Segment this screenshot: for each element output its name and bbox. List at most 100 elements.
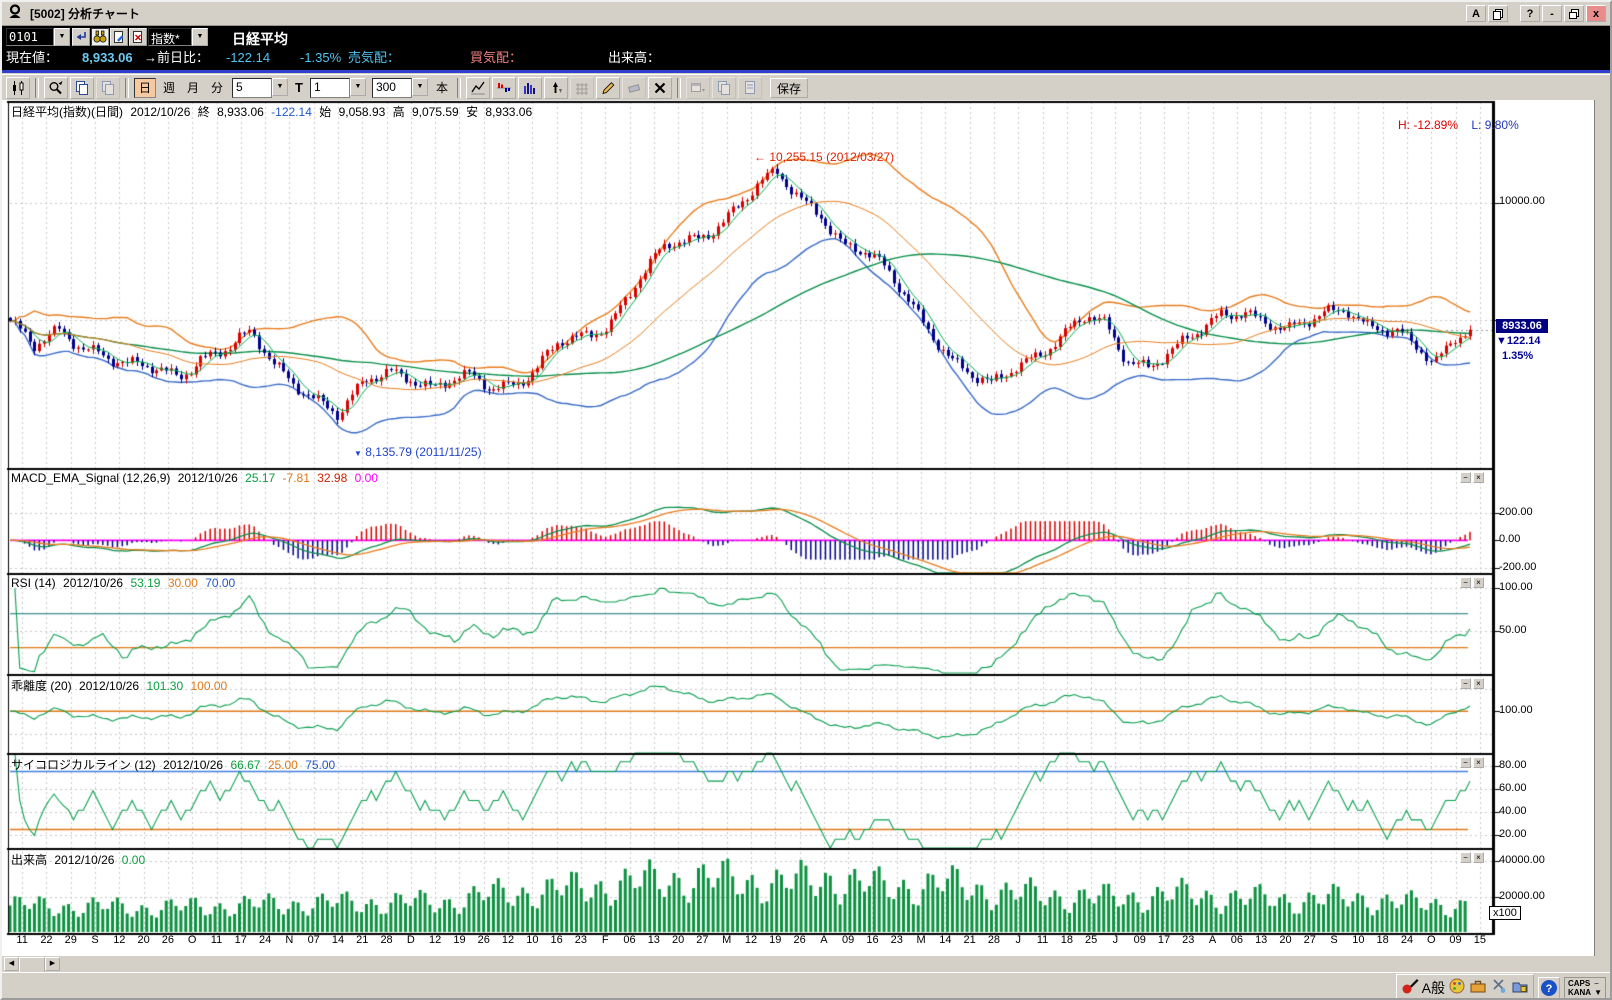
price-chart-canvas[interactable]: [2, 100, 1612, 956]
combo-dropdown-button[interactable]: ▼: [272, 78, 288, 96]
candlestick-chart-button[interactable]: [6, 77, 30, 99]
ime-palette-icon[interactable]: [1448, 977, 1466, 1000]
kairi-panel-header: 乖離度 (20) 2012/10/26 101.30 100.00: [11, 677, 231, 694]
panel-minimize-button[interactable]: −: [1460, 678, 1471, 689]
x-axis-label: 11: [211, 934, 222, 946]
bar-count-select[interactable]: 300 ▼: [372, 78, 428, 98]
ime-pen-icon[interactable]: [1401, 977, 1419, 1000]
main-chart-header: 日経平均(指数)(日間) 2012/10/26 終 8,933.06 -122.…: [11, 103, 536, 120]
period-weekly-button[interactable]: 週: [158, 78, 180, 98]
ime-toolbar: A般: [1396, 974, 1534, 1000]
x-axis-label: 18: [1377, 934, 1389, 946]
restore-button[interactable]: [1564, 5, 1584, 22]
ime-dictionary-icon[interactable]: [1511, 977, 1529, 1000]
ime-snip-icon[interactable]: [1490, 977, 1508, 1000]
symbol-code-input[interactable]: [6, 28, 54, 46]
sort-arrows-button[interactable]: [544, 77, 568, 99]
ime-options-icon[interactable]: ▼: [1594, 988, 1602, 997]
x-axis-label: 20: [1279, 934, 1291, 946]
tick-interval-select[interactable]: 1 ▼: [310, 78, 366, 98]
quote-row: 現在値： 8,933.06 →前日比： -122.14 -1.35% 売気配： …: [2, 48, 1610, 73]
window-title: [5002] 分析チャート: [30, 5, 140, 22]
scrollbar-thumb[interactable]: [19, 957, 45, 973]
font-size-button[interactable]: A: [1466, 5, 1486, 22]
copy-page-button[interactable]: [70, 77, 94, 99]
histogram-updown-button[interactable]: [492, 77, 516, 99]
delete-page-icon[interactable]: [129, 28, 147, 46]
combo-dropdown-button[interactable]: ▼: [350, 78, 366, 96]
x-axis-label: 19: [453, 934, 465, 946]
panel-minimize-button[interactable]: −: [1460, 757, 1471, 768]
binoculars-icon[interactable]: [91, 28, 109, 46]
line-chart-button[interactable]: [466, 77, 490, 99]
delete-drawing-button[interactable]: [648, 77, 672, 99]
symbol-toolbar: ▼ 指数* ▼ 日経平均: [2, 26, 1610, 48]
window-layout-disabled-button: [686, 77, 710, 99]
x-axis-label: 26: [162, 934, 174, 946]
x-axis-label: A: [1209, 934, 1216, 946]
axis-tick-label: 20000.00: [1499, 890, 1545, 902]
eraser-disabled-button: [622, 77, 646, 99]
panel-close-button[interactable]: ×: [1473, 577, 1484, 588]
statusbar: A般 ? CAPS KANA − ▼: [2, 972, 1610, 1000]
axis-tick-label: 0.00: [1499, 533, 1520, 545]
panel-close-button[interactable]: ×: [1473, 757, 1484, 768]
grid-toggle-disabled-button: [570, 77, 594, 99]
ime-minimize-icon[interactable]: −: [1594, 979, 1602, 988]
x-axis-label: 10: [1352, 934, 1364, 946]
scroll-right-button[interactable]: ▶: [45, 957, 60, 971]
copy-window-icon[interactable]: [1488, 5, 1508, 22]
axis-tick-label: 80.00: [1499, 759, 1527, 771]
x-axis-label: 27: [696, 934, 708, 946]
combo-dropdown-button[interactable]: ▼: [412, 78, 428, 96]
zoom-button[interactable]: [44, 77, 68, 99]
titlebar[interactable]: [5002] 分析チャート A ? - x: [2, 2, 1610, 26]
status-help-button[interactable]: ?: [1538, 977, 1560, 999]
period-monthly-button[interactable]: 月: [182, 78, 204, 98]
panel-minimize-button[interactable]: −: [1460, 577, 1471, 588]
panel-close-button[interactable]: ×: [1473, 678, 1484, 689]
panel-minimize-button[interactable]: −: [1460, 472, 1471, 483]
histogram-button[interactable]: [518, 77, 542, 99]
index-type-select[interactable]: 指数*: [148, 28, 192, 46]
ime-toolbox-icon[interactable]: [1469, 977, 1487, 1000]
horizontal-scrollbar[interactable]: ◀ ▶: [4, 957, 60, 971]
app-icon: [6, 3, 24, 25]
chart-area: 日経平均(指数)(日間) 2012/10/26 終 8,933.06 -122.…: [2, 100, 1612, 956]
x-axis-label: S: [1330, 934, 1337, 946]
x-axis-label: 26: [793, 934, 805, 946]
panel-close-button[interactable]: ×: [1473, 852, 1484, 863]
x-axis-label: 14: [332, 934, 344, 946]
vertical-scroll-strip[interactable]: [1594, 100, 1612, 956]
scroll-left-button[interactable]: ◀: [4, 957, 19, 971]
period-daily-button[interactable]: 日: [134, 78, 156, 98]
x-axis-label: 24: [259, 934, 271, 946]
x-axis-label: 20: [672, 934, 684, 946]
x-axis-label: 12: [113, 934, 125, 946]
x-axis-label: 28: [988, 934, 1000, 946]
index-type-dropdown-button[interactable]: ▼: [192, 28, 208, 46]
panel-close-button[interactable]: ×: [1473, 472, 1484, 483]
close-button[interactable]: x: [1586, 5, 1606, 22]
ask-label: 売気配：: [348, 48, 400, 68]
symbol-dropdown-button[interactable]: ▼: [54, 28, 70, 46]
x-axis-label: M: [916, 934, 925, 946]
edit-page-icon[interactable]: [110, 28, 128, 46]
minute-interval-select[interactable]: 5 ▼: [232, 78, 288, 98]
axis-tick-label: -200.00: [1499, 561, 1536, 573]
x-axis-label: 16: [866, 934, 878, 946]
current-price-label: 現在値：: [6, 48, 58, 68]
x-axis-label: 23: [891, 934, 903, 946]
minimize-button[interactable]: -: [1542, 5, 1562, 22]
ime-mode-button[interactable]: A般: [1422, 978, 1445, 998]
draw-pencil-button[interactable]: [596, 77, 620, 99]
period-minute-button[interactable]: 分: [206, 78, 228, 98]
x-axis-label: 06: [1231, 934, 1243, 946]
x-axis-label: 22: [40, 934, 52, 946]
enter-icon[interactable]: [72, 28, 90, 46]
save-button[interactable]: 保存: [770, 78, 808, 98]
current-price-tag: 8933.06: [1496, 319, 1548, 333]
x-axis-label: 19: [769, 934, 781, 946]
panel-minimize-button[interactable]: −: [1460, 852, 1471, 863]
help-button[interactable]: ?: [1520, 5, 1540, 22]
